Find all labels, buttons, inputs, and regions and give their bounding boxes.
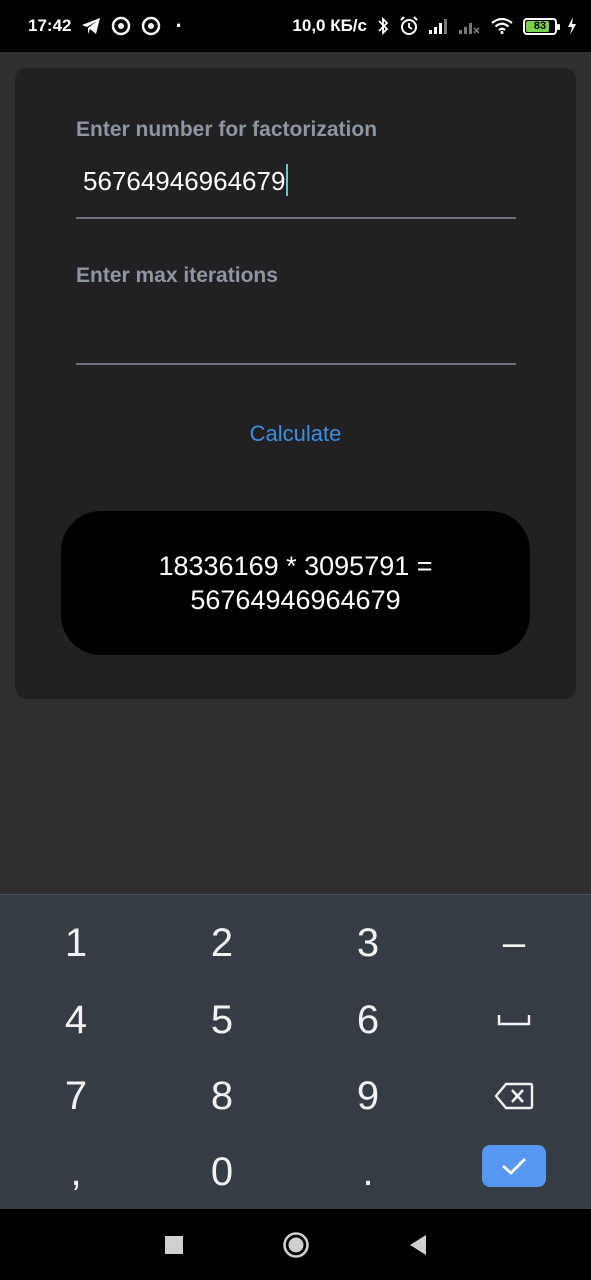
back-button[interactable] [378,1209,458,1280]
iterations-field-underline [76,363,516,365]
charging-icon [567,17,577,35]
calculate-button[interactable]: Calculate [15,421,576,447]
key-4[interactable]: 4 [21,987,131,1053]
status-bar: 17:42 · 10,0 КБ/с 83 [0,0,591,52]
iterations-field-label: Enter max iterations [76,264,278,287]
key-space[interactable] [459,987,569,1053]
iterations-field[interactable]: Enter max iterations [76,264,516,366]
navigation-bar [0,1209,591,1280]
backspace-icon [494,1082,534,1110]
key-enter[interactable] [482,1145,546,1187]
result-product: 56764946964679 [190,585,401,615]
result-equation: 18336169 * 3095791 = [158,551,433,581]
signal-icon [429,18,449,34]
number-input-value: 56764946964679 [83,166,286,196]
recent-apps-icon [165,1235,183,1254]
screen: 17:42 · 10,0 КБ/с 83 Enter number for fa… [0,0,591,1280]
home-icon [283,1231,309,1258]
network-speed: 10,0 КБ/с [292,16,367,35]
number-field[interactable]: Enter number for factorization 567649469… [76,118,516,220]
key-8[interactable]: 8 [167,1063,277,1129]
wifi-icon [491,18,513,34]
number-input[interactable]: 56764946964679 [83,164,289,197]
telegram-icon [81,17,101,35]
status-time: 17:42 [28,16,72,35]
number-field-underline [76,217,516,219]
status-bar-left: 17:42 · [28,15,183,37]
numeric-keyboard: 1 2 3 – 4 5 6 7 8 9 , 0 . [0,894,591,1209]
key-backspace[interactable] [459,1063,569,1129]
alarm-icon [399,16,419,36]
key-dot[interactable]: . [313,1139,423,1205]
key-0[interactable]: 0 [167,1139,277,1205]
battery-level: 83 [533,20,547,32]
home-button[interactable] [256,1209,336,1280]
space-icon [497,1015,531,1026]
factorization-card: Enter number for factorization 567649469… [15,68,576,699]
recent-apps-button[interactable] [134,1209,214,1280]
key-7[interactable]: 7 [21,1063,131,1129]
checkmark-icon [502,1158,526,1175]
key-comma[interactable]: , [21,1139,131,1205]
app-notification-icon [111,16,131,36]
key-2[interactable]: 2 [167,910,277,976]
result-panel: 18336169 * 3095791 = 56764946964679 [61,511,530,655]
signal-no-service-icon [459,18,481,34]
battery-icon: 83 [523,17,560,35]
text-cursor [286,164,289,196]
key-6[interactable]: 6 [313,987,423,1053]
back-icon [410,1234,426,1255]
bluetooth-icon [377,16,389,36]
key-minus[interactable]: – [459,910,569,976]
key-3[interactable]: 3 [313,910,423,976]
status-bar-right: 10,0 КБ/с 83 [292,16,577,36]
dot-icon: · [175,13,183,38]
key-9[interactable]: 9 [313,1063,423,1129]
key-5[interactable]: 5 [167,987,277,1053]
app-notification-icon [141,16,161,36]
number-field-label: Enter number for factorization [76,118,378,141]
key-1[interactable]: 1 [21,910,131,976]
